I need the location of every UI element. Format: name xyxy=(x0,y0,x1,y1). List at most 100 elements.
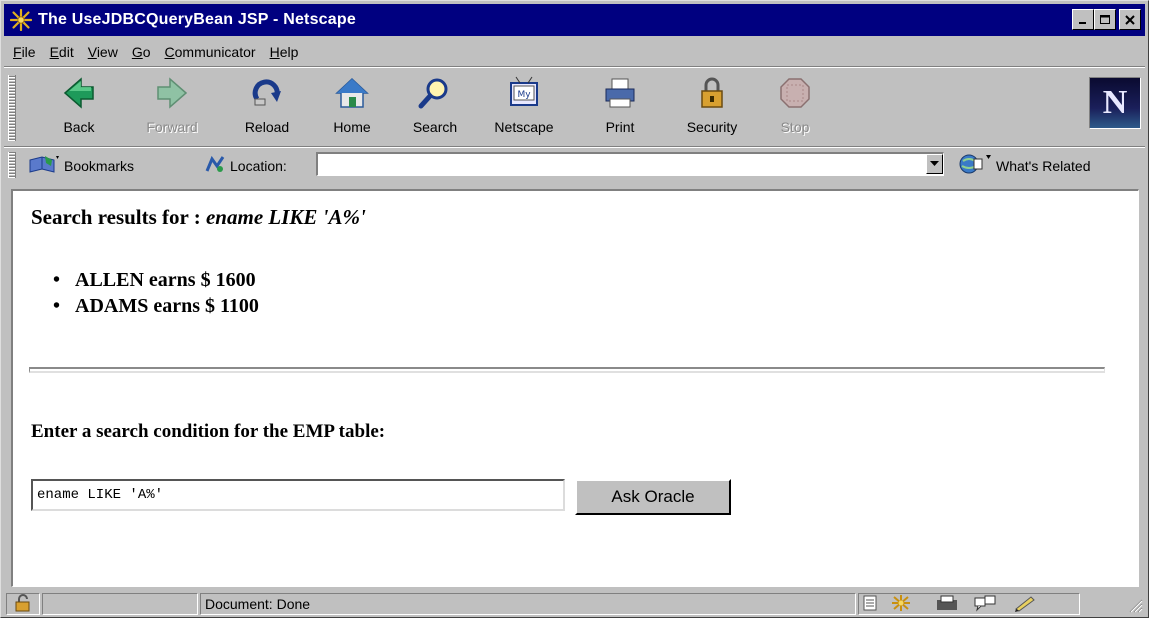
stop-icon xyxy=(775,73,815,113)
discussion-icon[interactable] xyxy=(973,594,997,615)
results-heading: Search results for : ename LIKE 'A%' xyxy=(31,205,366,230)
location-icon xyxy=(204,154,226,177)
home-label: Home xyxy=(333,119,371,135)
netscape-logo[interactable]: N xyxy=(1089,77,1141,129)
search-condition-input[interactable] xyxy=(31,479,565,511)
menu-file[interactable]: File xyxy=(6,44,43,60)
results-heading-query: ename LIKE 'A%' xyxy=(205,205,366,229)
menu-accel: G xyxy=(131,44,143,60)
menu-label: iew xyxy=(96,44,118,60)
results-heading-prefix: Search results for : xyxy=(31,205,201,229)
menu-label: o xyxy=(142,44,151,60)
stop-label: Stop xyxy=(780,119,810,135)
print-button[interactable]: Print xyxy=(590,73,650,141)
search-button[interactable]: Search xyxy=(400,73,470,141)
search-prompt: Enter a search condition for the EMP tab… xyxy=(31,421,386,442)
list-item: ADAMS earns $ 1100 xyxy=(53,293,259,319)
printer-icon xyxy=(600,73,640,113)
my-netscape-button[interactable]: My Netscape xyxy=(482,73,566,141)
security-button[interactable]: Security xyxy=(674,73,750,141)
menu-bar: File Edit View Go Communicator Help xyxy=(6,40,305,64)
forward-label: Forward xyxy=(146,119,198,135)
menu-accel: E xyxy=(49,44,59,60)
menu-accel: F xyxy=(13,44,22,60)
menu-go[interactable]: Go xyxy=(125,44,158,60)
menu-accel: V xyxy=(87,44,97,60)
location-label: Location: xyxy=(230,157,287,174)
title-bar: The UseJDBCQueryBean JSP - Netscape xyxy=(4,4,1145,36)
maximize-icon xyxy=(1099,14,1110,24)
window-title: The UseJDBCQueryBean JSP - Netscape xyxy=(38,11,356,28)
svg-text:My: My xyxy=(517,90,531,100)
menu-communicator[interactable]: Communicator xyxy=(158,44,263,60)
resize-grip[interactable] xyxy=(1127,597,1143,613)
list-item: ALLEN earns $ 1600 xyxy=(53,267,259,293)
menu-label: ile xyxy=(21,44,36,60)
security-label: Security xyxy=(686,119,738,135)
netscape-star-icon xyxy=(8,7,34,33)
padlock-icon xyxy=(692,73,732,113)
my-netscape-icon: My xyxy=(504,73,544,113)
close-icon xyxy=(1125,14,1135,25)
ask-oracle-button[interactable]: Ask Oracle xyxy=(575,479,731,515)
reload-button[interactable]: Reload xyxy=(230,73,304,141)
forward-arrow-icon xyxy=(152,73,192,113)
resize-grip-icon xyxy=(1129,599,1143,613)
menu-divider xyxy=(4,66,1145,68)
page-viewport: Search results for : ename LIKE 'A%' ALL… xyxy=(11,189,1139,587)
home-icon xyxy=(332,73,372,113)
back-arrow-icon xyxy=(59,73,99,113)
bookmarks-label: Bookmarks xyxy=(64,157,135,174)
menu-label: elp xyxy=(279,44,299,60)
home-button[interactable]: Home xyxy=(322,73,382,141)
forward-button[interactable]: Forward xyxy=(132,73,212,141)
composer-icon[interactable] xyxy=(1013,594,1037,615)
whats-related-label: What's Related xyxy=(996,157,1091,174)
browser-window: The UseJDBCQueryBean JSP - Netscape File… xyxy=(0,0,1149,618)
status-text-cell: Document: Done xyxy=(200,593,856,615)
navigation-toolbar: Back Forward Reload Home Search My Netsc… xyxy=(4,69,1145,145)
search-label: Search xyxy=(412,119,458,135)
status-bar: Document: Done xyxy=(4,591,1145,615)
toolbar-grip[interactable] xyxy=(8,75,16,141)
location-grip[interactable] xyxy=(8,152,16,178)
navigator-icon[interactable] xyxy=(889,594,913,615)
location-label-group: Location: xyxy=(204,154,287,177)
list-icon[interactable] xyxy=(863,595,877,614)
location-dropdown-button[interactable] xyxy=(926,154,943,174)
menu-label: ommunicator xyxy=(174,44,256,60)
menu-accel: H xyxy=(269,44,280,60)
security-status-cell[interactable] xyxy=(6,593,40,615)
close-button[interactable] xyxy=(1119,9,1141,30)
stop-button[interactable]: Stop xyxy=(770,73,820,141)
location-input[interactable] xyxy=(316,152,944,176)
back-label: Back xyxy=(63,119,95,135)
maximize-button[interactable] xyxy=(1094,9,1116,30)
progress-cell xyxy=(42,593,198,615)
results-list: ALLEN earns $ 1600 ADAMS earns $ 1100 xyxy=(53,267,259,319)
mailbox-icon[interactable] xyxy=(935,594,959,615)
reload-label: Reload xyxy=(244,119,290,135)
component-bar xyxy=(858,593,1080,615)
my-netscape-label: Netscape xyxy=(494,119,554,135)
minimize-icon xyxy=(1079,21,1086,24)
menu-help[interactable]: Help xyxy=(263,44,306,60)
location-toolbar: Bookmarks Location: What's Related xyxy=(4,148,1145,182)
bookmarks-button[interactable]: Bookmarks xyxy=(28,154,134,177)
reload-icon xyxy=(247,73,287,113)
padlock-icon xyxy=(13,593,33,615)
status-text: Document: Done xyxy=(205,596,311,612)
minimize-button[interactable] xyxy=(1072,9,1094,30)
menu-edit[interactable]: Edit xyxy=(43,44,81,60)
chevron-down-icon xyxy=(930,161,939,166)
print-label: Print xyxy=(605,119,635,135)
menu-accel: C xyxy=(164,44,175,60)
whats-related-button[interactable]: What's Related xyxy=(958,153,1091,178)
search-icon xyxy=(415,73,455,113)
horizontal-rule xyxy=(29,367,1105,373)
menu-label: dit xyxy=(58,44,74,60)
menu-view[interactable]: View xyxy=(81,44,125,60)
back-button[interactable]: Back xyxy=(44,73,114,141)
whats-related-icon xyxy=(958,153,992,178)
bookmarks-icon xyxy=(28,154,60,177)
